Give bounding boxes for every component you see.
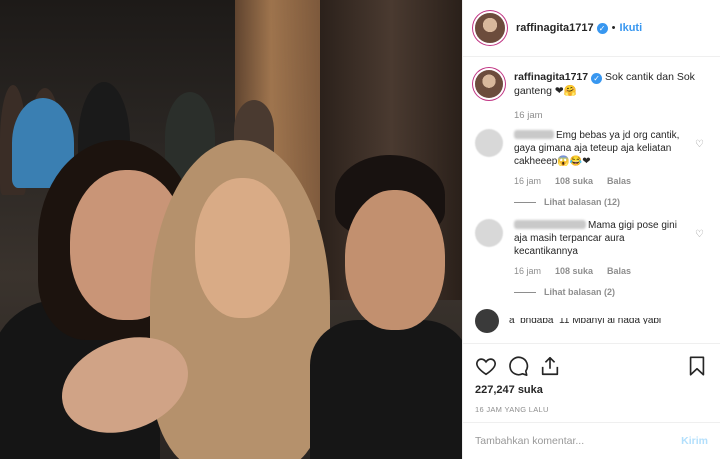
post-comment-button[interactable]: Kirim <box>681 435 708 447</box>
commenter-username-blurred[interactable] <box>514 220 586 229</box>
right-person-face <box>345 190 445 330</box>
post-header: raffinagita1717 ✓ • Ikuti <box>463 0 720 57</box>
separator-dot: • <box>611 22 616 34</box>
verified-badge-icon: ✓ <box>591 73 603 84</box>
comment-icon[interactable] <box>507 355 529 377</box>
view-replies-label: Lihat balasan (2) <box>544 287 616 297</box>
reply-button[interactable]: Balas <box>607 176 631 186</box>
comments-list[interactable]: raffinagita1717 ✓ Sok cantik dan Sok gant… <box>463 58 720 343</box>
commenter-username-blurred[interactable] <box>514 130 554 139</box>
post-side-panel: raffinagita1717 ✓ • Ikuti raffinagita171… <box>462 0 720 459</box>
reply-button[interactable]: Balas <box>607 266 631 276</box>
replies-line <box>514 201 536 203</box>
header-username[interactable]: raffinagita1717 <box>516 22 594 34</box>
avatar[interactable] <box>475 309 499 333</box>
comment-likes[interactable]: 108 suka <box>555 266 593 276</box>
right-person-body <box>310 320 462 459</box>
comment-composer: Kirim <box>463 422 720 459</box>
replies-line <box>514 291 536 293</box>
instagram-post: raffinagita1717 ✓ • Ikuti raffinagita171… <box>0 0 720 459</box>
like-comment-heart-icon[interactable]: ♡ <box>695 139 704 150</box>
comment-time: 16 jam <box>514 176 542 186</box>
comment-cut-off: a_bndaba_11 Mbanyi ai nada yabi <box>475 309 708 333</box>
comment: Emg bebas ya jd org cantik, gaya gimana … <box>475 129 708 168</box>
like-comment-heart-icon[interactable]: ♡ <box>695 229 704 240</box>
post-timestamp: 16 JAM YANG LALU <box>475 405 549 414</box>
comment-likes[interactable]: 108 suka <box>555 176 593 186</box>
view-replies-button[interactable]: Lihat balasan (12) <box>514 197 708 207</box>
action-icons <box>475 352 708 380</box>
comment: Mama gigi pose gini aja masih terpancar … <box>475 219 708 258</box>
likes-count[interactable]: 227,247 suka <box>475 384 708 396</box>
caption: raffinagita1717 ✓ Sok cantik dan Sok gant… <box>475 70 708 98</box>
heart-icon[interactable] <box>475 355 497 377</box>
view-replies-button[interactable]: Lihat balasan (2) <box>514 287 708 297</box>
comment-input[interactable] <box>475 435 682 447</box>
avatar[interactable] <box>475 13 505 43</box>
comment-meta: 16 jam 108 suka Balas <box>514 176 708 186</box>
caption-time: 16 jam <box>514 110 543 121</box>
middle-person-face <box>195 178 290 318</box>
avatar[interactable] <box>475 129 503 157</box>
view-replies-label: Lihat balasan (12) <box>544 197 621 207</box>
comment-body: Mama gigi pose gini aja masih terpancar … <box>514 219 686 258</box>
share-icon[interactable] <box>539 355 561 377</box>
post-actions: 227,247 suka 16 JAM YANG LALU <box>463 343 720 423</box>
comment-text: a_bndaba_11 Mbanyi ai nada yabi <box>509 318 662 324</box>
verified-badge-icon: ✓ <box>596 22 608 34</box>
caption-text-block: raffinagita1717 ✓ Sok cantik dan Sok gant… <box>514 70 704 98</box>
comment-meta: 16 jam 108 suka Balas <box>514 266 708 276</box>
follow-button[interactable]: Ikuti <box>620 22 643 34</box>
bookmark-icon[interactable] <box>686 355 708 377</box>
avatar[interactable] <box>475 70 503 98</box>
post-photo[interactable] <box>0 0 462 459</box>
avatar[interactable] <box>475 219 503 247</box>
comment-time: 16 jam <box>514 266 542 276</box>
comment-body: Emg bebas ya jd org cantik, gaya gimana … <box>514 129 686 168</box>
caption-username[interactable]: raffinagita1717 <box>514 71 588 83</box>
